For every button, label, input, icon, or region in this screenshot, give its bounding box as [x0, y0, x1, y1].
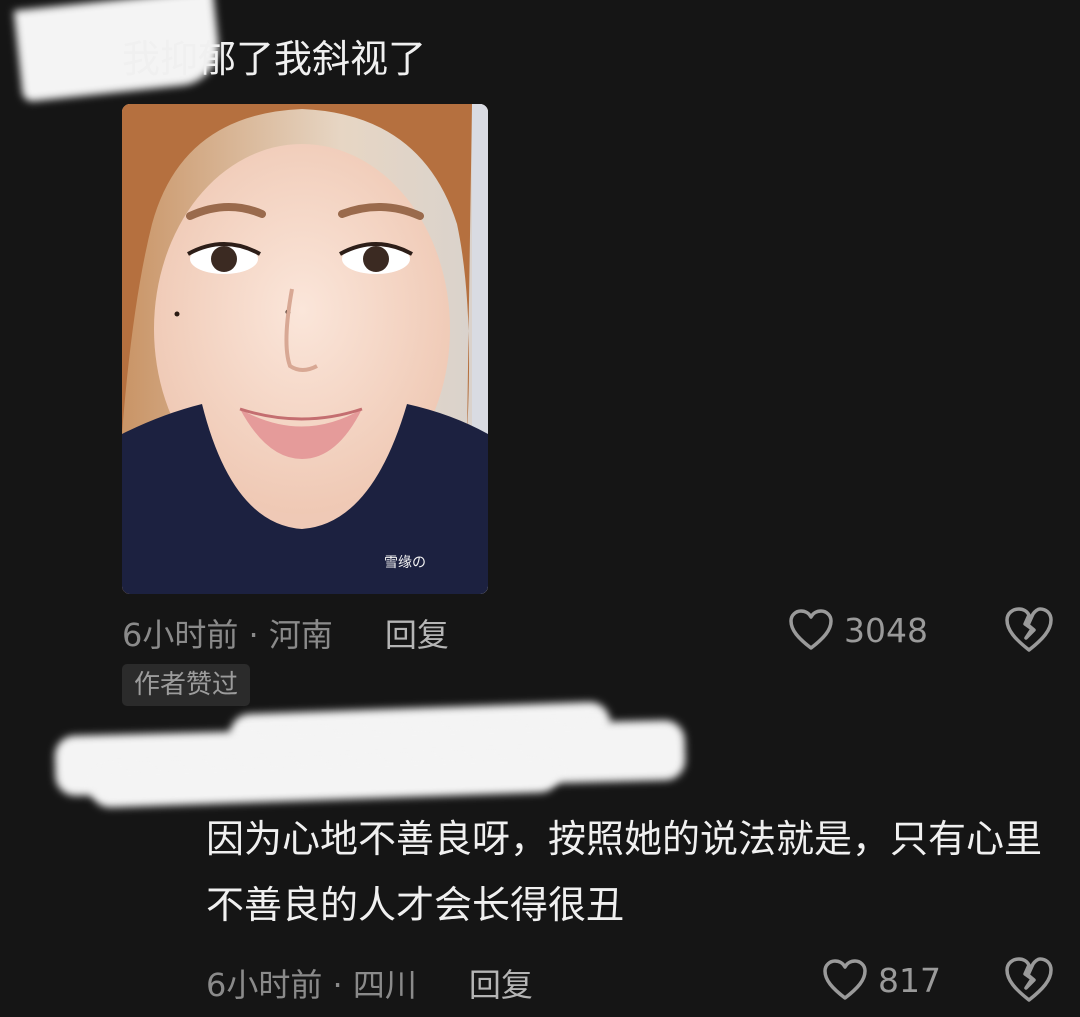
- comment-text: 因为心地不善良呀，按照她的说法就是，只有心里不善良的人才会长得很丑: [206, 817, 1043, 927]
- comment-image[interactable]: 雪缘の: [122, 104, 488, 594]
- author-liked-badge: 作者赞过: [122, 664, 251, 706]
- heart-outline-icon: [789, 609, 833, 650]
- time-location: 6小时前 · 四川: [206, 966, 417, 1004]
- heart-outline-icon: [823, 959, 867, 1000]
- like-button[interactable]: 3048: [788, 608, 928, 652]
- dislike-button[interactable]: [1004, 606, 1054, 658]
- reply-button[interactable]: 回复: [385, 616, 449, 654]
- like-count: 3048: [844, 610, 928, 650]
- image-watermark: 雪缘の: [384, 555, 426, 571]
- like-count: 817: [878, 960, 941, 1000]
- comment-text: 我抑郁了我斜视了: [122, 37, 427, 81]
- comment-meta: 6小时前 · 四川 回复: [206, 960, 533, 1006]
- comment-thread: 我抑郁了我斜视了 雪缘の 6小时前 · 河南 回复 3048 作者赞过 因为心地…: [0, 0, 1080, 1017]
- reply-button[interactable]: 回复: [469, 966, 533, 1004]
- broken-heart-icon: [1005, 957, 1053, 1002]
- dislike-button[interactable]: [1004, 956, 1054, 1008]
- like-button[interactable]: 817: [822, 958, 941, 1002]
- comment-meta: 6小时前 · 河南 回复: [122, 610, 449, 656]
- time-location: 6小时前 · 河南: [122, 616, 333, 654]
- portrait-photo: [122, 104, 488, 594]
- broken-heart-icon: [1005, 607, 1053, 652]
